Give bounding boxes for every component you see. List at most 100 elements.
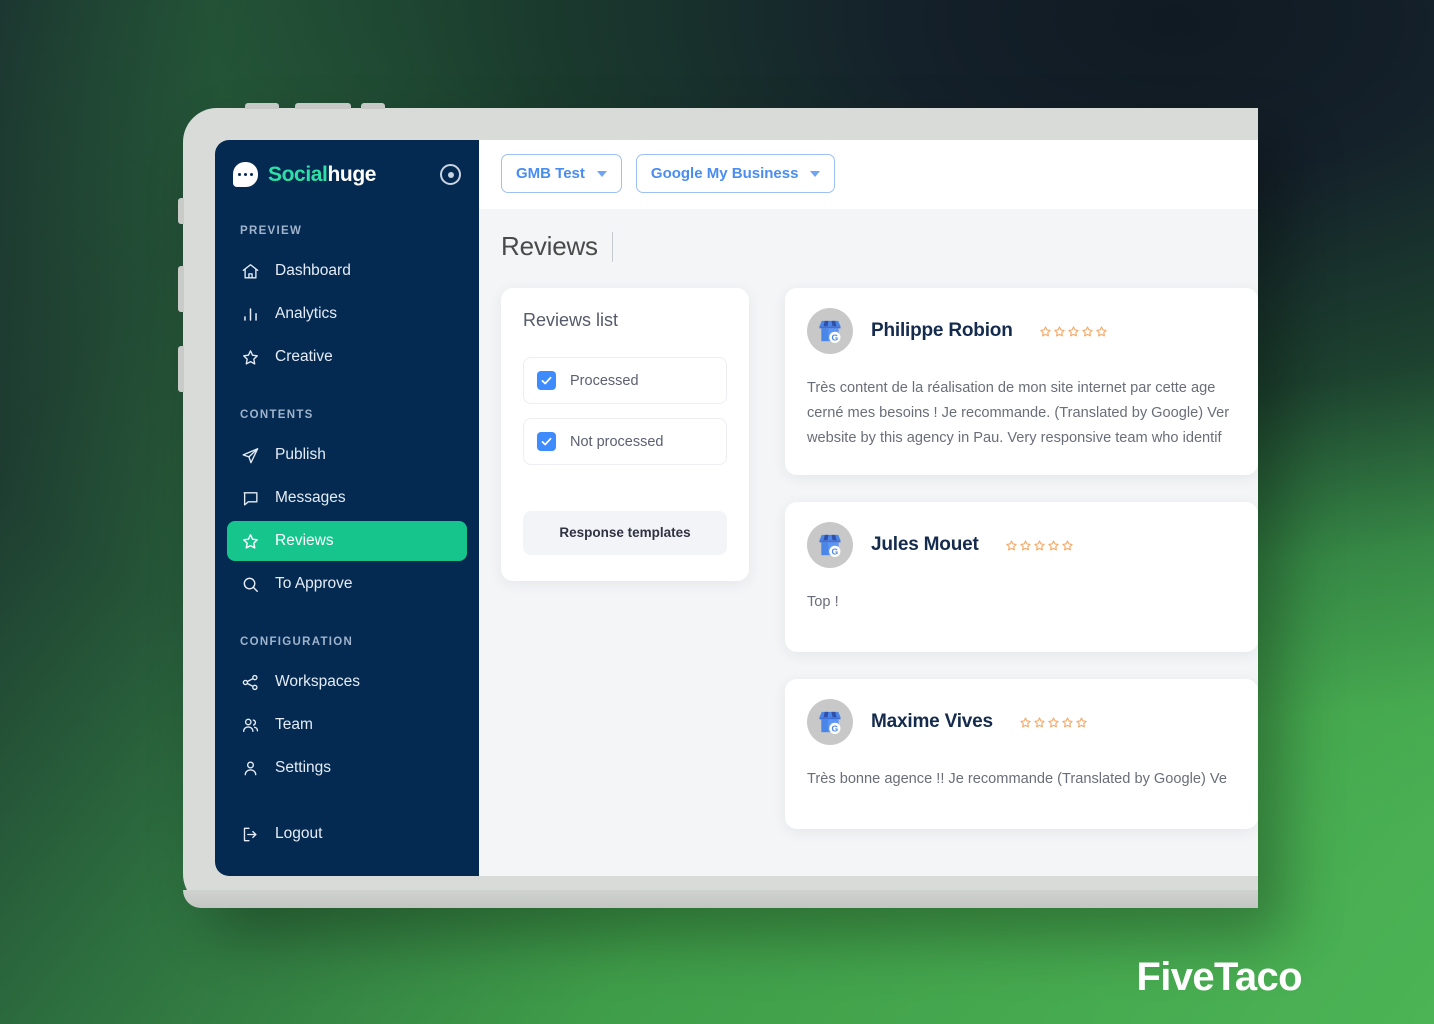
device-bottom-speaker [210, 898, 217, 902]
brand-name-part1: Social [268, 162, 328, 186]
review-card-header: G Maxime Vives [807, 699, 1236, 746]
device-side-button-1 [178, 198, 184, 224]
sidebar-item-messages[interactable]: Messages [227, 478, 467, 518]
channel-selector[interactable]: Google My Business [635, 154, 836, 193]
home-icon [240, 261, 261, 282]
sidebar-item-label: To Approve [275, 575, 353, 592]
users-icon [240, 715, 261, 736]
nav-group-title-contents: CONTENTS [240, 409, 314, 421]
search-icon [240, 574, 261, 595]
bar-chart-icon [240, 304, 261, 325]
star-icon [240, 531, 261, 552]
sidebar-item-reviews[interactable]: Reviews [227, 521, 467, 561]
google-my-business-icon: G [807, 699, 853, 746]
svg-text:G: G [832, 332, 839, 342]
sidebar-item-analytics[interactable]: Analytics [227, 294, 467, 334]
review-author: Jules Mouet [871, 534, 979, 556]
checkbox-checked-icon[interactable] [537, 432, 556, 451]
google-my-business-icon: G [807, 522, 853, 569]
checkbox-checked-icon[interactable] [537, 371, 556, 390]
sidebar-item-settings[interactable]: Settings [227, 748, 467, 788]
device-top-button-3 [361, 103, 385, 109]
chat-icon [240, 488, 261, 509]
topbar: GMB Test Google My Business [479, 140, 1258, 209]
reviews-cards-list: G Philippe Robion Très content de la réa… [785, 288, 1258, 830]
title-divider [611, 231, 613, 262]
brand-header: Socialhuge [215, 140, 479, 187]
sidebar-item-label: Dashboard [275, 262, 351, 279]
tablet-device-frame: Socialhuge PREVIEW Dashboard Analytics C… [178, 103, 1258, 908]
sidebar-item-publish[interactable]: Publish [227, 435, 467, 475]
sidebar-item-dashboard[interactable]: Dashboard [227, 251, 467, 291]
svg-text:G: G [832, 724, 839, 734]
target-circle-icon[interactable] [440, 164, 461, 185]
nav-group-contents: CONTENTS Publish Messages Reviews To App… [215, 409, 479, 604]
review-text: Très bonne agence !! Je recommande (Tran… [807, 771, 1227, 788]
review-text: Top ! [807, 594, 839, 611]
nav-group-title-preview: PREVIEW [240, 225, 303, 237]
review-author: Maxime Vives [871, 711, 993, 733]
sidebar-nav: PREVIEW Dashboard Analytics Creative CON… [215, 187, 479, 854]
user-icon [240, 758, 261, 779]
send-icon [240, 445, 261, 466]
content-columns: Reviews list Processed Not processed Res… [501, 288, 1258, 830]
chevron-down-icon [810, 170, 821, 177]
nav-group-logout: Logout [215, 814, 479, 854]
sidebar-item-label: Team [275, 716, 313, 733]
review-card[interactable]: G Jules Mouet Top ! [785, 502, 1258, 653]
app-screen: Socialhuge PREVIEW Dashboard Analytics C… [215, 140, 1258, 876]
filter-processed-label: Processed [570, 372, 639, 389]
sidebar-item-team[interactable]: Team [227, 705, 467, 745]
main-area: GMB Test Google My Business Reviews Revi… [479, 140, 1258, 876]
logout-icon [240, 824, 261, 845]
nav-group-configuration: CONFIGURATION Workspaces Team Settings [215, 636, 479, 788]
filter-processed[interactable]: Processed [523, 357, 727, 404]
page-title: Reviews [501, 231, 598, 261]
workspace-selector-label: GMB Test [516, 165, 585, 182]
share-nodes-icon [240, 672, 261, 693]
sidebar-item-workspaces[interactable]: Workspaces [227, 662, 467, 702]
brand-name: Socialhuge [268, 163, 376, 187]
content-area: Reviews Reviews list Processed Not proce… [479, 209, 1258, 876]
sidebar-item-logout[interactable]: Logout [227, 814, 467, 854]
review-author: Philippe Robion [871, 320, 1013, 341]
sidebar-item-label: Workspaces [275, 673, 360, 690]
filter-not-processed-label: Not processed [570, 433, 664, 450]
device-top-button-1 [245, 103, 279, 109]
sidebar-item-label: Logout [275, 825, 323, 842]
svg-text:G: G [832, 547, 839, 557]
review-rating-stars [1019, 716, 1088, 729]
review-card[interactable]: G Maxime Vives Très bonne agence !! Je r… [785, 679, 1258, 830]
sidebar-item-label: Settings [275, 759, 332, 776]
page-header: Reviews [501, 231, 1258, 262]
review-card-header: G Jules Mouet [807, 522, 1236, 569]
google-my-business-icon: G [807, 308, 853, 354]
sidebar-item-label: Analytics [275, 305, 338, 322]
sidebar-item-label: Reviews [275, 532, 334, 549]
sidebar: Socialhuge PREVIEW Dashboard Analytics C… [215, 140, 479, 876]
device-side-button-2 [178, 266, 184, 312]
sidebar-item-creative[interactable]: Creative [227, 337, 467, 377]
chat-bubble-icon [233, 162, 258, 187]
response-templates-button[interactable]: Response templates [523, 511, 727, 556]
sidebar-item-label: Messages [275, 489, 346, 506]
workspace-selector[interactable]: GMB Test [501, 154, 622, 193]
nav-group-preview: PREVIEW Dashboard Analytics Creative [215, 225, 479, 377]
review-text: Très content de la réalisation de mon si… [807, 380, 1230, 447]
review-card[interactable]: G Philippe Robion Très content de la réa… [785, 288, 1258, 476]
star-icon [240, 347, 261, 368]
review-rating-stars [1005, 539, 1074, 552]
reviews-list-title: Reviews list [523, 310, 619, 330]
sidebar-item-label: Creative [275, 348, 333, 365]
sidebar-item-to-approve[interactable]: To Approve [227, 564, 467, 604]
review-card-header: G Philippe Robion [807, 308, 1236, 354]
channel-selector-label: Google My Business [650, 165, 799, 182]
nav-group-title-configuration: CONFIGURATION [240, 636, 354, 648]
fivetaco-watermark: FiveTaco [1136, 955, 1302, 999]
sidebar-item-label: Publish [275, 446, 326, 463]
device-side-button-3 [178, 346, 184, 392]
reviews-list-panel: Reviews list Processed Not processed Res… [501, 288, 749, 582]
chevron-down-icon [596, 170, 607, 177]
device-top-button-2 [295, 103, 351, 109]
filter-not-processed[interactable]: Not processed [523, 418, 727, 465]
